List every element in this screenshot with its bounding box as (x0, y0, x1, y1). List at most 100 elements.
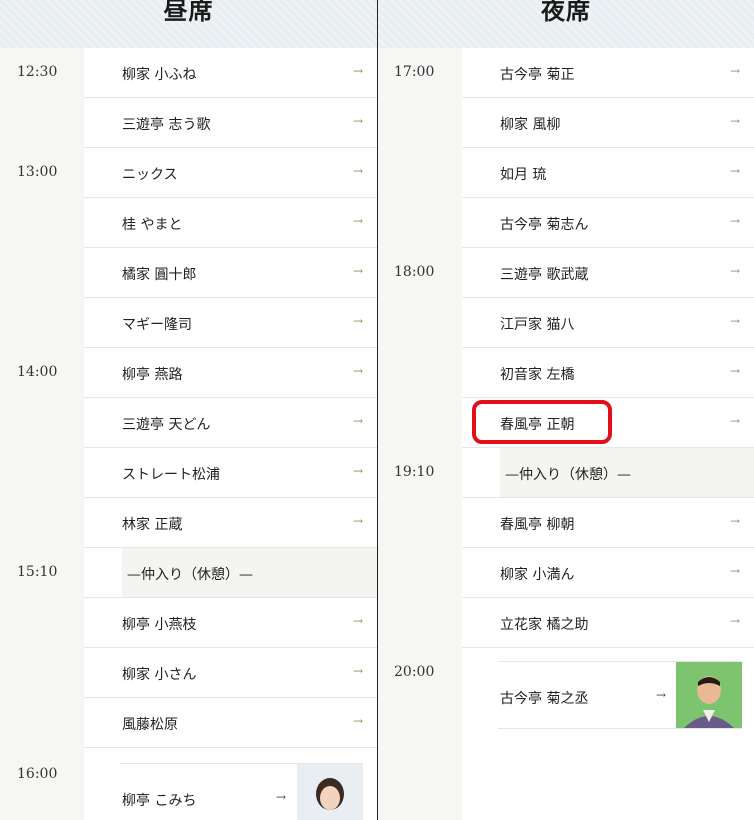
performer-row[interactable]: 17:00 古今亭 菊正 → (378, 48, 754, 98)
time-label (378, 148, 462, 198)
performer-name: 江戸家 猫八 (500, 317, 575, 333)
arrow-right-icon: → (729, 564, 740, 578)
performer-row[interactable]: 立花家 橘之助 → (378, 598, 754, 648)
performer-row[interactable]: 桂 やまと → (0, 198, 377, 248)
arrow-right-icon: → (729, 314, 740, 328)
performer-name: 林家 正蔵 (122, 517, 183, 533)
day-session-title: 昼席 (163, 0, 214, 25)
performer-name: 古今亭 菊正 (500, 67, 575, 83)
performer-name: 三遊亭 歌武蔵 (500, 267, 589, 283)
time-label: 12:30 (0, 48, 84, 98)
performer-row[interactable]: 初音家 左橋 → (378, 348, 754, 398)
performer-name: 柳家 風柳 (500, 117, 561, 133)
time-label (378, 298, 462, 348)
performer-row[interactable]: 春風亭 正朝 → (378, 398, 754, 448)
arrow-right-icon: → (352, 164, 363, 178)
performer-row[interactable]: 古今亭 菊志ん → (378, 198, 754, 248)
arrow-right-icon: → (729, 264, 740, 278)
headliner-row: 16:00 柳亭 こみち → (0, 748, 377, 820)
performer-name: 柳家 小ふね (122, 67, 197, 83)
performer-row[interactable]: 12:30 柳家 小ふね → (0, 48, 377, 98)
time-label (0, 448, 84, 498)
time-label (0, 598, 84, 648)
arrow-right-icon: → (729, 64, 740, 78)
intermission-label: —仲入り（休憩）— (127, 567, 253, 583)
time-label: 19:10 (378, 448, 462, 498)
performer-name: 三遊亭 志う歌 (122, 117, 211, 133)
time-label (378, 598, 462, 648)
headliner-row: 20:00 古今亭 菊之丞 → (378, 648, 754, 820)
arrow-right-icon: → (352, 514, 363, 528)
time-label (378, 198, 462, 248)
performer-name: 春風亭 柳朝 (500, 517, 575, 533)
performer-name: 橘家 圓十郎 (122, 267, 197, 283)
performer-name: マギー隆司 (122, 317, 192, 333)
time-label (378, 348, 462, 398)
performer-row[interactable]: 13:00 ニックス → (0, 148, 377, 198)
time-label: 16:00 (0, 748, 84, 820)
performer-name: 古今亭 菊之丞 (500, 691, 589, 707)
performer-row[interactable]: 柳家 小さん → (0, 648, 377, 698)
time-label (0, 698, 84, 748)
performer-row[interactable]: 柳家 小満ん → (378, 548, 754, 598)
arrow-right-icon: → (729, 114, 740, 128)
performer-name: 柳家 小さん (122, 667, 197, 683)
time-label: 18:00 (378, 248, 462, 298)
intermission-row: 15:10 —仲入り（休憩）— (0, 548, 377, 598)
time-label (0, 98, 84, 148)
performer-row[interactable]: 橘家 圓十郎 → (0, 248, 377, 298)
performer-row[interactable]: 三遊亭 天どん → (0, 398, 377, 448)
performer-row[interactable]: 如月 琉 → (378, 148, 754, 198)
performer-name: 風藤松原 (122, 717, 178, 733)
arrow-right-icon: → (352, 314, 363, 328)
performer-name: 初音家 左橋 (500, 367, 575, 383)
day-session-column: 昼席 12:30 柳家 小ふね → 三遊亭 志う歌 → 13:00 ニックス → 桂 やまと → 橘… (0, 0, 378, 820)
performer-row[interactable]: 江戸家 猫八 → (378, 298, 754, 348)
performer-row[interactable]: 柳家 風柳 → (378, 98, 754, 148)
performer-name: 三遊亭 天どん (122, 417, 211, 433)
arrow-right-icon: → (729, 514, 740, 528)
performer-photo (676, 662, 742, 728)
arrow-right-icon: → (656, 688, 667, 702)
time-label (378, 498, 462, 548)
headliner-card[interactable]: 古今亭 菊之丞 → (498, 661, 742, 729)
performer-row[interactable]: 18:00 三遊亭 歌武蔵 → (378, 248, 754, 298)
headliner-card[interactable]: 柳亭 こみち → (120, 763, 363, 820)
performer-name: 桂 やまと (122, 217, 183, 233)
performer-row[interactable]: ストレート松浦 → (0, 448, 377, 498)
time-label (0, 248, 84, 298)
performer-row[interactable]: マギー隆司 → (0, 298, 377, 348)
night-session-header: 夜席 (378, 0, 754, 48)
performer-name: 柳亭 小燕枝 (122, 617, 197, 633)
time-label (378, 398, 462, 448)
time-label: 15:10 (0, 548, 84, 598)
time-label (0, 648, 84, 698)
performer-name: 古今亭 菊志ん (500, 217, 589, 233)
performer-name: ストレート松浦 (122, 467, 220, 483)
time-label: 13:00 (0, 148, 84, 198)
performer-row[interactable]: 春風亭 柳朝 → (378, 498, 754, 548)
time-label (0, 398, 84, 448)
time-label (378, 548, 462, 598)
performer-row[interactable]: 三遊亭 志う歌 → (0, 98, 377, 148)
performer-photo (297, 764, 363, 820)
performer-row[interactable]: 林家 正蔵 → (0, 498, 377, 548)
performer-name: 如月 琉 (500, 167, 547, 183)
time-label (0, 198, 84, 248)
night-session-title: 夜席 (541, 0, 591, 25)
time-label (0, 298, 84, 348)
intermission-row: 19:10 —仲入り（休憩）— (378, 448, 754, 498)
performer-row[interactable]: 風藤松原 → (0, 698, 377, 748)
arrow-right-icon: → (352, 114, 363, 128)
time-label (378, 98, 462, 148)
performer-name: 柳亭 燕路 (122, 367, 183, 383)
arrow-right-icon: → (352, 714, 363, 728)
arrow-right-icon: → (729, 414, 740, 428)
performer-name: 柳家 小満ん (500, 567, 575, 583)
arrow-right-icon: → (352, 464, 363, 478)
arrow-right-icon: → (352, 214, 363, 228)
arrow-right-icon: → (352, 414, 363, 428)
performer-name: 柳亭 こみち (122, 793, 197, 809)
performer-row[interactable]: 柳亭 小燕枝 → (0, 598, 377, 648)
performer-row[interactable]: 14:00 柳亭 燕路 → (0, 348, 377, 398)
